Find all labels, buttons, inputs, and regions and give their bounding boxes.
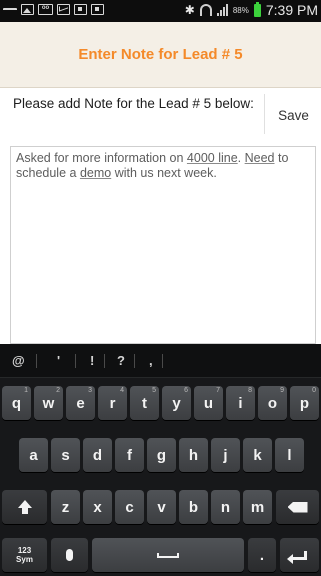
keyboard: @ ' ! ? , 1q 2w 3e 4r 5t 6y 7u 8i 9o 0p …	[0, 344, 321, 576]
microphone-icon	[66, 549, 73, 561]
key-d[interactable]: d	[83, 438, 112, 472]
key-w[interactable]: 2w	[34, 386, 63, 420]
picture-icon	[21, 4, 34, 15]
key-v[interactable]: v	[147, 490, 176, 524]
key-a[interactable]: a	[19, 438, 48, 472]
suggestion-key[interactable]: @	[12, 353, 25, 368]
key-q[interactable]: 1q	[2, 386, 31, 420]
save-button[interactable]: Save	[266, 88, 321, 143]
voicemail-icon: oo	[38, 4, 53, 15]
key-s[interactable]: s	[51, 438, 80, 472]
key-l[interactable]: l	[275, 438, 304, 472]
download-icon	[91, 4, 104, 15]
key-r[interactable]: 4r	[98, 386, 127, 420]
wifi-icon	[199, 4, 212, 16]
voice-input-key[interactable]	[51, 538, 88, 572]
title-bar: Enter Note for Lead # 5	[0, 22, 321, 88]
note-text-spellcheck: Need	[244, 151, 275, 165]
delete-key[interactable]	[276, 490, 319, 524]
download-icon	[74, 4, 87, 15]
key-x[interactable]: x	[83, 490, 112, 524]
battery-percent: 88%	[232, 5, 249, 15]
suggestion-key[interactable]: '	[57, 353, 60, 368]
key-f[interactable]: f	[115, 438, 144, 472]
mail-icon	[57, 4, 70, 15]
suggestion-key[interactable]: ?	[117, 353, 125, 368]
usb-icon	[3, 8, 17, 14]
note-textarea[interactable]: Asked for more information on 4000 line.…	[10, 146, 316, 344]
enter-key[interactable]	[280, 538, 319, 572]
key-t[interactable]: 5t	[130, 386, 159, 420]
suggestion-key[interactable]: ,	[149, 353, 153, 368]
divider	[134, 354, 135, 368]
notification-icons: oo	[3, 4, 104, 15]
system-icons: ✱ 88% 7:39 PM	[184, 1, 318, 18]
symbols-key[interactable]: 123 Sym	[2, 538, 47, 572]
note-text: with us next week.	[111, 166, 217, 180]
status-bar: oo ✱ 88% 7:39 PM	[0, 0, 321, 22]
bluetooth-icon: ✱	[184, 3, 195, 17]
prompt-label: Please add Note for the Lead # 5 below:	[13, 96, 254, 111]
space-icon	[157, 552, 179, 558]
key-m[interactable]: m	[243, 490, 272, 524]
key-y[interactable]: 6y	[162, 386, 191, 420]
battery-icon	[253, 1, 261, 17]
note-text-spellcheck: 4000 line	[186, 151, 238, 165]
divider	[162, 354, 163, 368]
divider	[104, 354, 105, 368]
key-j[interactable]: j	[211, 438, 240, 472]
key-u[interactable]: 7u	[194, 386, 223, 420]
suggestion-bar: @ ' ! ? ,	[0, 344, 321, 378]
page-title: Enter Note for Lead # 5	[78, 46, 243, 63]
key-n[interactable]: n	[211, 490, 240, 524]
key-b[interactable]: b	[179, 490, 208, 524]
key-z[interactable]: z	[51, 490, 80, 524]
enter-icon	[286, 550, 307, 564]
backspace-icon	[287, 501, 308, 513]
suggestion-key[interactable]: !	[90, 353, 94, 368]
prompt-row: Please add Note for the Lead # 5 below: …	[0, 88, 321, 143]
divider	[75, 354, 76, 368]
note-text: .	[237, 151, 245, 165]
divider	[264, 94, 265, 134]
note-text: Asked for more information on	[16, 151, 187, 165]
period-key[interactable]: .	[248, 538, 276, 572]
key-p[interactable]: 0p	[290, 386, 319, 420]
key-i[interactable]: 8i	[226, 386, 255, 420]
key-e[interactable]: 3e	[66, 386, 95, 420]
signal-icon	[216, 4, 228, 16]
key-h[interactable]: h	[179, 438, 208, 472]
key-g[interactable]: g	[147, 438, 176, 472]
shift-key[interactable]	[2, 490, 47, 524]
note-text-spellcheck: demo	[79, 166, 112, 180]
clock: 7:39 PM	[265, 2, 318, 18]
key-c[interactable]: c	[115, 490, 144, 524]
key-k[interactable]: k	[243, 438, 272, 472]
key-o[interactable]: 9o	[258, 386, 287, 420]
shift-icon	[17, 500, 32, 514]
divider	[36, 354, 37, 368]
space-key[interactable]	[92, 538, 244, 572]
